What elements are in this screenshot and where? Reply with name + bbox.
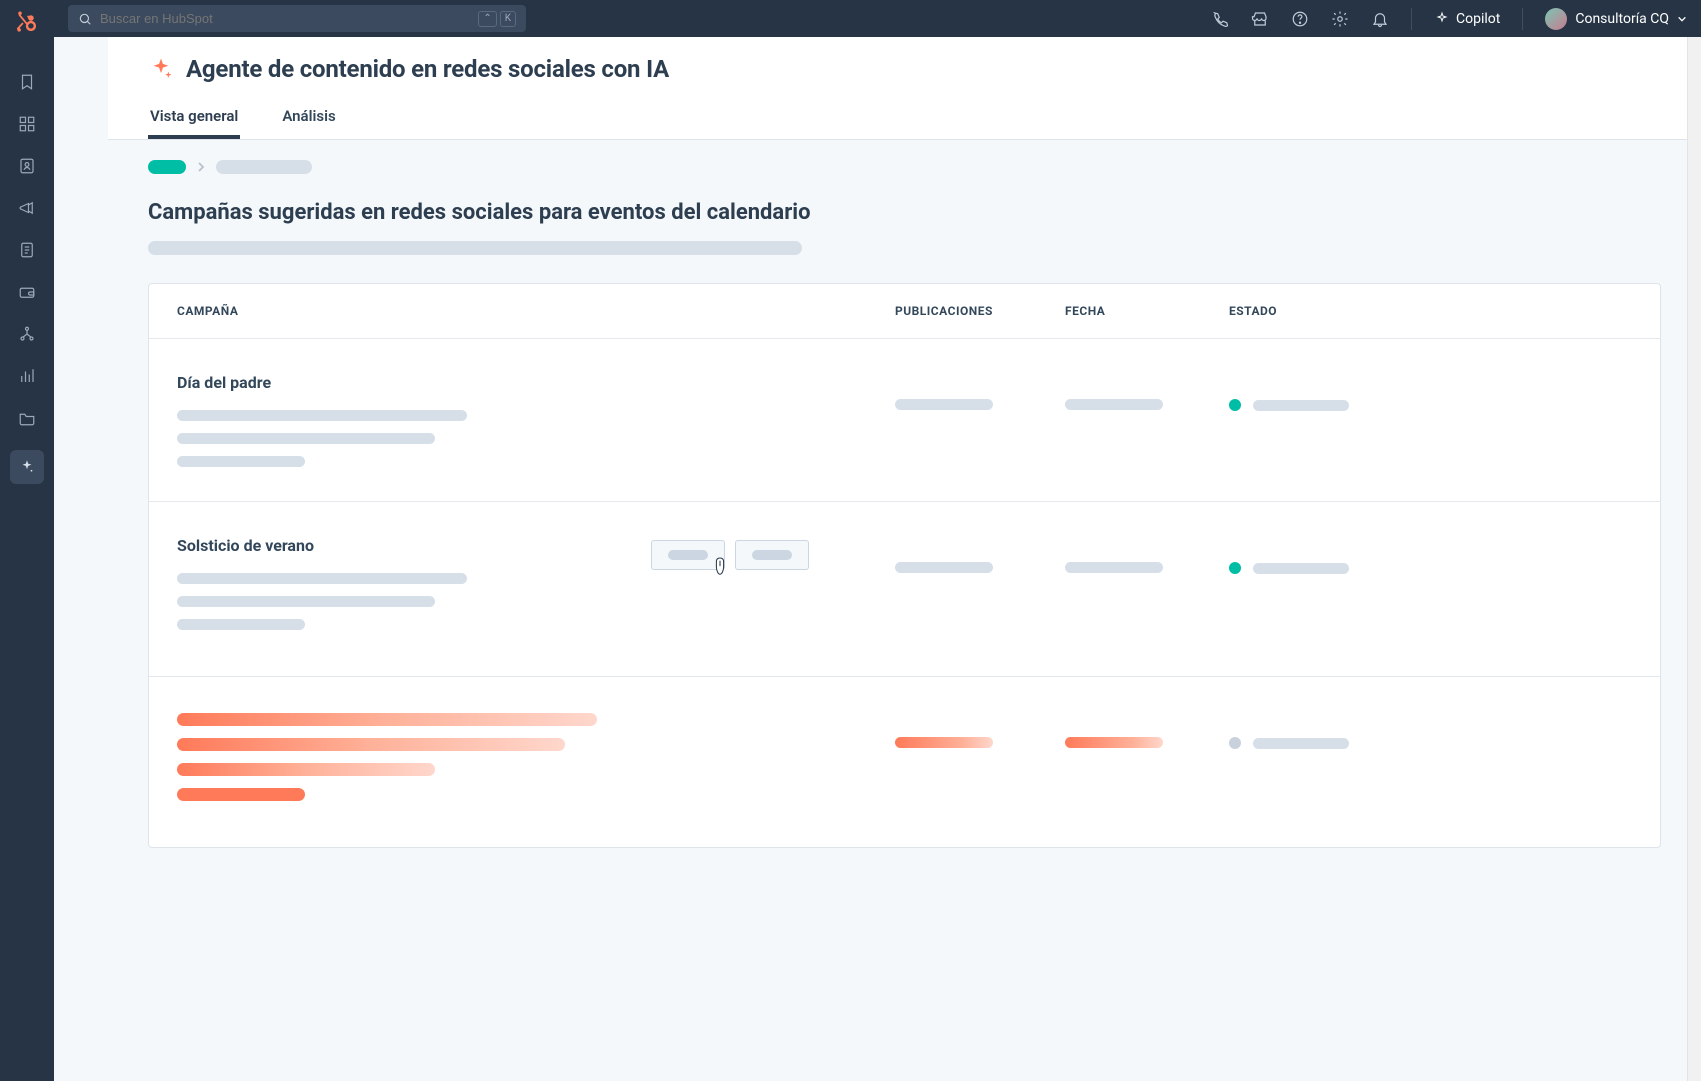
loading-bar <box>177 788 305 801</box>
cell-date <box>1065 711 1229 748</box>
cell-date <box>1065 536 1229 573</box>
account-menu[interactable]: Consultoría CQ <box>1545 8 1687 30</box>
divider <box>1522 8 1523 30</box>
top-bar: ⌃K Copilot Consultoría CQ <box>54 0 1701 37</box>
breadcrumb-root[interactable] <box>148 160 186 174</box>
skeleton-line <box>1253 738 1349 749</box>
contacts-icon[interactable] <box>17 156 37 176</box>
chevron-down-icon <box>1677 14 1687 24</box>
notifications-icon[interactable] <box>1371 10 1389 28</box>
skeleton-line <box>1253 563 1349 574</box>
phone-icon[interactable] <box>1211 10 1229 28</box>
table-row[interactable]: Solsticio de verano <box>149 502 1660 677</box>
global-search[interactable]: ⌃K <box>68 5 526 32</box>
status-dot <box>1229 399 1241 411</box>
cell-posts <box>895 536 1065 573</box>
avatar <box>1545 8 1567 30</box>
divider <box>1411 8 1412 30</box>
tab-overview[interactable]: Vista general <box>148 97 240 139</box>
skeleton-line <box>177 596 435 607</box>
skeleton-line <box>177 573 467 584</box>
copilot-button[interactable]: Copilot <box>1434 11 1500 27</box>
bookmark-icon[interactable] <box>17 72 37 92</box>
chevron-right-icon <box>196 161 206 173</box>
marketplace-icon[interactable] <box>1251 10 1269 28</box>
th-campaign: CAMPAÑA <box>177 304 895 318</box>
status-dot <box>1229 737 1241 749</box>
loading-bar <box>177 738 565 751</box>
cell-status <box>1229 373 1632 411</box>
tabs: Vista general Análisis <box>148 97 1661 139</box>
reports-icon[interactable] <box>17 366 37 386</box>
skeleton-line <box>177 456 305 467</box>
loading-bar <box>177 713 597 726</box>
cell-posts <box>895 711 1065 748</box>
section-title: Campañas sugeridas en redes sociales par… <box>148 200 1661 225</box>
hubspot-logo[interactable] <box>13 8 41 36</box>
copilot-label: Copilot <box>1456 11 1500 27</box>
wallet-icon[interactable] <box>17 282 37 302</box>
sparkle-icon <box>1434 11 1450 27</box>
section-subtitle-skeleton <box>148 241 802 255</box>
th-status: ESTADO <box>1229 304 1632 318</box>
account-name: Consultoría CQ <box>1575 11 1669 27</box>
breadcrumb-current <box>216 160 312 174</box>
loading-bar <box>177 763 435 776</box>
page-title: Agente de contenido en redes sociales co… <box>186 55 669 83</box>
document-icon[interactable] <box>17 240 37 260</box>
th-posts: PUBLICACIONES <box>895 304 1065 318</box>
status-dot <box>1229 562 1241 574</box>
breadcrumb <box>148 160 1661 174</box>
table-row[interactable]: Día del padre <box>149 339 1660 502</box>
search-input[interactable] <box>100 11 470 26</box>
table-row[interactable] <box>149 677 1660 847</box>
org-icon[interactable] <box>17 324 37 344</box>
content-area: Campañas sugeridas en redes sociales par… <box>108 140 1701 1081</box>
settings-icon[interactable] <box>1331 10 1349 28</box>
cell-posts <box>895 373 1065 410</box>
page-header: Agente de contenido en redes sociales co… <box>108 37 1701 140</box>
skeleton-line <box>177 619 305 630</box>
cell-date <box>1065 373 1229 410</box>
table-header: CAMPAÑA PUBLICACIONES FECHA ESTADO <box>149 284 1660 339</box>
help-icon[interactable] <box>1291 10 1309 28</box>
cell-status <box>1229 536 1632 574</box>
folder-icon[interactable] <box>17 408 37 428</box>
cell-status <box>1229 711 1632 749</box>
search-shortcut: ⌃K <box>478 11 516 27</box>
tab-analytics[interactable]: Análisis <box>280 97 337 139</box>
th-date: FECHA <box>1065 304 1229 318</box>
campaign-title: Día del padre <box>177 373 895 392</box>
search-icon <box>78 12 92 26</box>
skeleton-line <box>1253 400 1349 411</box>
row-action-button[interactable] <box>735 540 809 570</box>
left-nav-rail <box>0 0 54 1081</box>
skeleton-line <box>177 433 435 444</box>
grid-icon[interactable] <box>17 114 37 134</box>
skeleton-line <box>177 410 467 421</box>
ai-sparkle-icon <box>148 56 174 82</box>
cursor-icon <box>711 556 729 578</box>
megaphone-icon[interactable] <box>17 198 37 218</box>
scrollbar[interactable] <box>1687 37 1701 1081</box>
ai-sparkle-icon[interactable] <box>10 450 44 484</box>
campaigns-table: CAMPAÑA PUBLICACIONES FECHA ESTADO Día d… <box>148 283 1661 848</box>
